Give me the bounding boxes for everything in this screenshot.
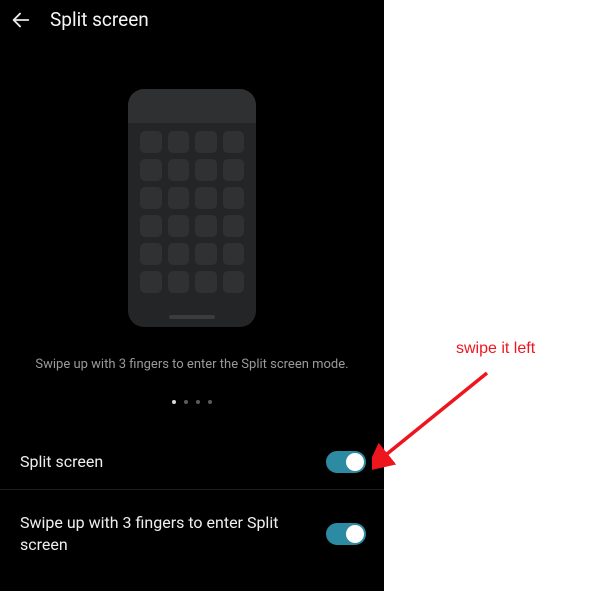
setting-label: Split screen: [20, 451, 103, 473]
illustration: [0, 89, 384, 327]
pager[interactable]: [0, 400, 384, 404]
pager-dot[interactable]: [196, 400, 200, 404]
settings-screen: Split screen Swipe up with 3 fingers to …: [0, 0, 384, 591]
hint-text: Swipe up with 3 fingers to enter the Spl…: [0, 357, 384, 372]
setting-row-split-screen: Split screen: [0, 434, 384, 490]
back-icon[interactable]: [10, 9, 32, 31]
setting-row-swipe-gesture: Swipe up with 3 fingers to enter Split s…: [0, 496, 384, 572]
setting-label: Swipe up with 3 fingers to enter Split s…: [20, 512, 280, 555]
phone-illustration: [128, 89, 256, 327]
swipe-gesture-toggle[interactable]: [326, 523, 366, 545]
annotation-text: swipe it left: [456, 340, 535, 358]
pager-dot[interactable]: [172, 400, 176, 404]
page-title: Split screen: [50, 8, 149, 31]
toggle-knob: [346, 453, 364, 471]
annotation-arrow-icon: [372, 368, 502, 478]
split-screen-toggle[interactable]: [326, 451, 366, 473]
pager-dot[interactable]: [208, 400, 212, 404]
toggle-knob: [346, 525, 364, 543]
header: Split screen: [0, 0, 384, 39]
pager-dot[interactable]: [184, 400, 188, 404]
